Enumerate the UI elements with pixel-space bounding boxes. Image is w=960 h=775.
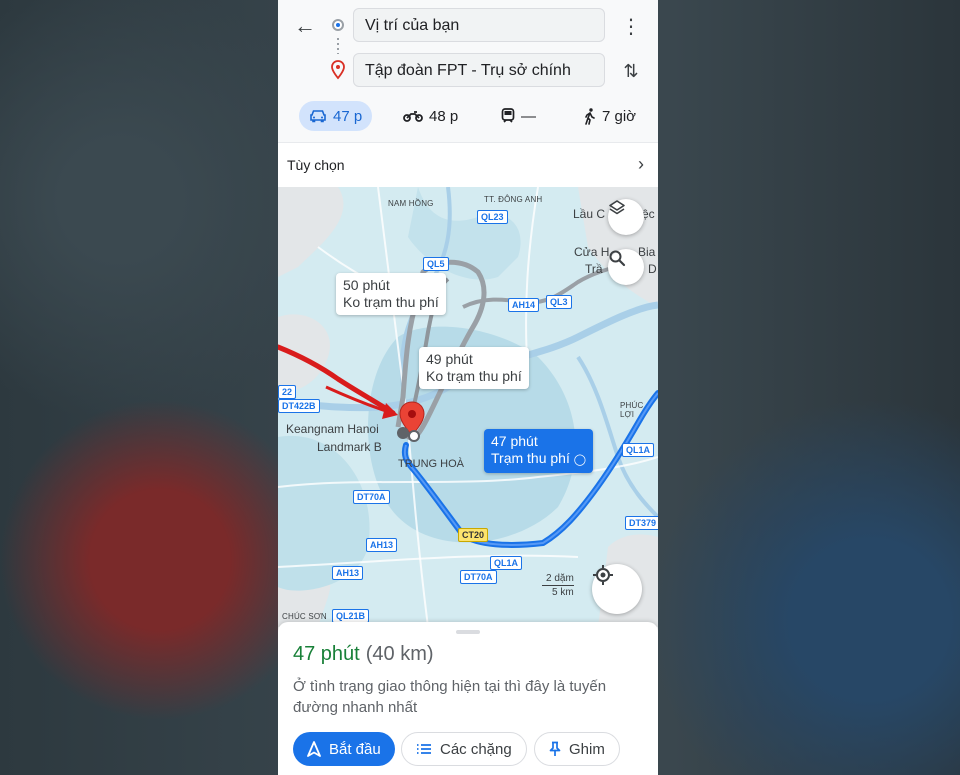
road-shield: AH14 (508, 298, 540, 312)
place-label: TT. ĐÔNG ANH (484, 195, 543, 204)
place-label: NAM HỒNG (388, 199, 434, 208)
route-summary-sheet: 47 phút (40 km) Ở tình trạng giao thông h… (278, 622, 658, 775)
start-button-label: Bắt đầu (329, 740, 381, 758)
directions-header: ← Vị trí của bạn Tập đoàn FPT - Trụ sở c… (278, 0, 658, 140)
destination-input[interactable]: Tập đoàn FPT - Trụ sở chính (353, 53, 605, 87)
more-vert-icon[interactable]: ⋮ (621, 16, 641, 38)
road-shield: CT20 (458, 528, 489, 542)
mode-tab-walk-label: 7 giờ (602, 107, 637, 125)
steps-button-label: Các chặng (440, 740, 512, 758)
place-label: TRUNG HOÀ (398, 458, 464, 470)
route-label-selected-note: Trạm thu phí ◯ (491, 450, 587, 466)
mode-tab-transit[interactable]: — (491, 101, 546, 131)
place-label: Lầu C (573, 207, 606, 221)
origin-dot-icon (332, 19, 344, 31)
road-shield: QL1A (490, 556, 523, 570)
motorbike-icon (403, 111, 423, 122)
train-icon (501, 108, 515, 123)
road-shield: DT70A (353, 490, 390, 504)
route-options-row[interactable]: Tùy chọn › (278, 142, 658, 187)
route-options-label: Tùy chọn (287, 157, 345, 173)
route-description: Ở tình trạng giao thông hiện tại thì đây… (293, 678, 607, 716)
road-shield: DT422B (278, 399, 320, 413)
road-shield: QL23 (477, 210, 508, 224)
pin-button[interactable]: Ghim (534, 732, 620, 766)
start-button[interactable]: Bắt đầu (293, 732, 395, 766)
route-label-alt-1[interactable]: 50 phút Ko trạm thu phí (336, 273, 446, 315)
road-shield: QL3 (546, 295, 572, 309)
road-shield: AH13 (332, 566, 364, 580)
map-scale: 2 dặm 5 km (542, 573, 574, 598)
road-shield: QL5 (423, 257, 449, 271)
toll-icon: ◯ (573, 454, 587, 466)
route-label-alt-2-note: Ko trạm thu phí (426, 368, 522, 384)
navigation-icon (307, 741, 321, 757)
road-shield: DT70A (460, 570, 497, 584)
place-label: Cửa H (574, 245, 610, 259)
steps-button[interactable]: Các chặng (401, 732, 527, 766)
route-label-alt-1-note: Ko trạm thu phí (343, 294, 439, 310)
destination-pin-icon (331, 60, 345, 80)
travel-mode-tabs: 47 p 48 p — 7 giờ (278, 98, 658, 134)
arrow-left-icon[interactable]: ← (293, 14, 317, 38)
scale-km: 5 km (552, 587, 574, 598)
route-distance: (40 km) (365, 643, 434, 665)
road-shield: 22 (278, 385, 297, 399)
walk-icon (585, 107, 595, 125)
road-shield: DT379 (625, 516, 658, 530)
road-shield: AH13 (366, 538, 398, 552)
route-duration: 47 phút (293, 643, 360, 665)
layers-button[interactable] (608, 199, 644, 235)
mode-tab-motorbike[interactable]: 48 p (393, 101, 468, 131)
maps-screen: ← Vị trí của bạn Tập đoàn FPT - Trụ sở c… (278, 0, 658, 775)
layers-icon (609, 200, 625, 215)
road-shield: QL21B (332, 609, 370, 623)
car-icon (310, 110, 326, 123)
place-label: Keangnam Hanoi (286, 422, 379, 436)
search-icon (609, 250, 626, 267)
route-label-selected-time: 47 phút (491, 433, 538, 449)
place-label: PHÚC LỢI (620, 401, 644, 419)
mode-tab-car[interactable]: 47 p (299, 101, 373, 131)
pin-button-label: Ghim (569, 740, 605, 758)
route-label-alt-2[interactable]: 49 phút Ko trạm thu phí (419, 347, 529, 389)
route-label-selected[interactable]: 47 phút Trạm thu phí ◯ (484, 429, 594, 473)
mode-tab-walk[interactable]: 7 giờ (574, 101, 646, 131)
swap-vert-icon[interactable]: ⇅ (621, 60, 641, 82)
place-label: Trầ (585, 262, 603, 276)
scale-miles: 2 dặm (542, 573, 574, 586)
place-label: D (648, 262, 657, 276)
route-label-alt-2-time: 49 phút (426, 351, 473, 367)
route-label-alt-1-time: 50 phút (343, 277, 390, 293)
route-connector (337, 38, 339, 54)
sheet-drag-handle[interactable] (456, 630, 480, 634)
place-label: CHÚC SƠN (282, 612, 327, 621)
map-view[interactable]: 50 phút Ko trạm thu phí 49 phút Ko trạm … (278, 187, 658, 627)
origin-input[interactable]: Vị trí của bạn (353, 8, 605, 42)
my-location-icon (593, 565, 613, 585)
mode-tab-car-label: 47 p (333, 107, 363, 125)
place-label: Landmark B (317, 440, 382, 454)
road-shield: QL1A (622, 443, 655, 457)
my-location-button[interactable] (592, 564, 642, 614)
chevron-right-icon: › (638, 154, 644, 174)
pin-icon (549, 741, 561, 756)
search-button[interactable] (608, 249, 644, 285)
route-summary: 47 phút (40 km) (293, 643, 434, 666)
mode-tab-transit-label: — (521, 107, 536, 125)
list-icon (417, 744, 431, 754)
mode-tab-motorbike-label: 48 p (429, 107, 459, 125)
